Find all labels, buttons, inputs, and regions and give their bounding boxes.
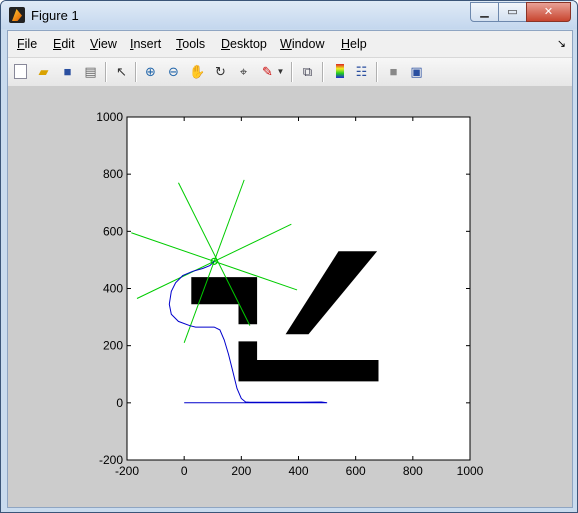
rotate-3d-icon[interactable]: ↻	[212, 63, 229, 80]
edit-plot-arrow-icon[interactable]: ↖	[113, 63, 130, 80]
data-cursor-icon[interactable]: ⌖	[235, 63, 252, 80]
insert-legend-icon[interactable]: ☷	[353, 63, 370, 80]
y-tick-label: 1000	[96, 110, 123, 124]
corner-arrow-icon[interactable]: ↘	[557, 37, 566, 50]
open-file-icon[interactable]: ▰	[35, 63, 52, 80]
menu-bar: File Edit View Insert Tools Desktop Wind…	[8, 31, 572, 57]
maximize-button[interactable]: ▭	[498, 2, 527, 22]
figure-canvas: -200 0 200 400 600 800 1000 -200 0 200 400 600 800 10…	[8, 86, 572, 507]
menu-edit[interactable]: Edit	[53, 37, 75, 51]
x-tick-label: 600	[346, 464, 366, 478]
x-tick-label: 400	[288, 464, 308, 478]
hide-plot-tools-icon[interactable]: ■	[385, 63, 402, 80]
menu-view[interactable]: View	[90, 37, 117, 51]
x-tick-label: 200	[231, 464, 251, 478]
toolbar-separator	[105, 62, 106, 82]
menu-insert[interactable]: Insert	[130, 37, 161, 51]
y-tick-label: 200	[103, 339, 123, 353]
toolbar-separator	[322, 62, 323, 82]
toolbar-separator	[376, 62, 377, 82]
menu-window[interactable]: Window	[280, 37, 324, 51]
menu-tools[interactable]: Tools	[176, 37, 205, 51]
y-tick-label: 0	[116, 396, 123, 410]
show-plot-tools-icon[interactable]: ▣	[408, 63, 425, 80]
title-bar[interactable]: Figure 1 ▁ ▭ ✕	[1, 1, 577, 29]
toolbar-separator	[135, 62, 136, 82]
toolbar-separator	[291, 62, 292, 82]
x-tick-label: 0	[181, 464, 188, 478]
y-tick-label: -200	[99, 453, 123, 467]
zoom-in-icon[interactable]: ⊕	[142, 63, 159, 80]
insert-colorbar-icon[interactable]	[336, 64, 344, 78]
x-tick-label: 1000	[457, 464, 484, 478]
y-tick-label: 400	[103, 282, 123, 296]
pan-hand-icon[interactable]: ✋	[189, 63, 206, 80]
figure-client-area: File Edit View Insert Tools Desktop Wind…	[7, 30, 573, 508]
figure-toolbar: ▰ ■ ▤ ↖ ⊕ ⊖ ✋ ↻ ⌖ ✎ ▼ ⧉ ☷ ■ ▣	[8, 57, 572, 87]
menu-file[interactable]: File	[17, 37, 37, 51]
window-title: Figure 1	[31, 8, 79, 23]
minimize-button[interactable]: ▁	[470, 2, 499, 22]
zoom-out-icon[interactable]: ⊖	[165, 63, 182, 80]
matlab-icon	[9, 7, 25, 23]
plot-svg: -200 0 200 400 600 800 1000-200020040060080010…	[96, 110, 484, 478]
brush-icon[interactable]: ✎	[259, 63, 276, 80]
brush-dropdown-icon[interactable]: ▼	[276, 63, 285, 80]
x-tick-label: 800	[403, 464, 423, 478]
print-icon[interactable]: ▤	[82, 63, 99, 80]
axes-background	[127, 117, 470, 460]
close-button[interactable]: ✕	[526, 2, 571, 22]
y-tick-label: 600	[103, 224, 123, 238]
menu-desktop[interactable]: Desktop	[221, 37, 267, 51]
link-plot-icon[interactable]: ⧉	[299, 63, 316, 80]
window-controls: ▁ ▭ ✕	[470, 2, 571, 22]
figure-window: Figure 1 ▁ ▭ ✕ File Edit View Insert Too…	[0, 0, 578, 513]
y-tick-label: 800	[103, 167, 123, 181]
menu-help[interactable]: Help	[341, 37, 367, 51]
new-figure-icon[interactable]	[14, 64, 27, 79]
save-icon[interactable]: ■	[59, 63, 76, 80]
